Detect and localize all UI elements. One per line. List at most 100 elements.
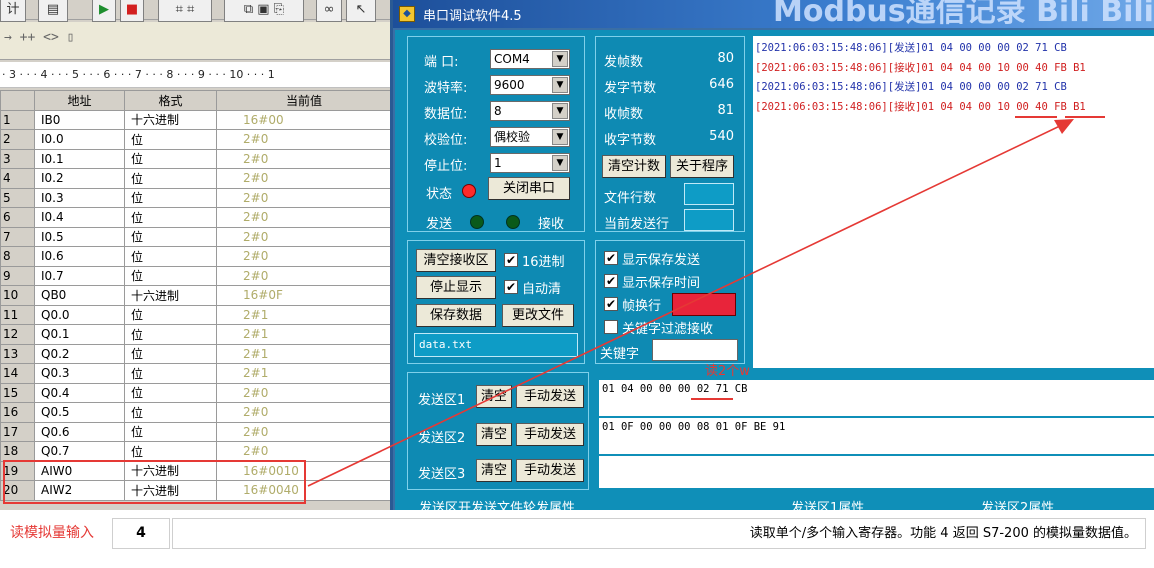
row-format[interactable]: 十六进制 [124,109,217,130]
show-send-checkbox[interactable]: ✔ [604,251,618,265]
send-area-2-clear-button[interactable]: 清空 [476,423,512,446]
send-area-2-manual-button[interactable]: 手动发送 [516,423,584,446]
row-address[interactable]: Q0.3 [34,363,125,384]
column-header-address[interactable]: 地址 [34,90,125,111]
row-format[interactable]: 位 [124,168,217,189]
hex-checkbox[interactable]: ✔ [504,253,518,267]
row-value[interactable]: 2#0 [216,226,392,247]
chevron-down-icon[interactable]: ▼ [552,103,568,119]
title-bar[interactable]: ◆ 串口调试软件4.5 Modbus通信记录 Bili Bili [393,0,1154,29]
show-time-checkbox[interactable]: ✔ [604,274,618,288]
row-value[interactable]: 16#00 [216,109,392,130]
row-value[interactable]: 2#0 [216,168,392,189]
table-row[interactable]: 18 Q0.7 位 2#0 [0,441,392,462]
send-area-1-clear-button[interactable]: 清空 [476,385,512,408]
row-value[interactable]: 2#0 [216,421,392,442]
row-value[interactable]: 2#0 [216,265,392,286]
port-select[interactable]: COM4 ▼ [490,49,570,69]
stop-icon[interactable]: ■ [120,0,144,22]
table-row[interactable]: 2 I0.0 位 2#0 [0,129,392,150]
row-address[interactable]: I0.1 [34,148,125,169]
clear-recv-button[interactable]: 清空接收区 [416,249,496,272]
table-row[interactable]: 7 I0.5 位 2#0 [0,226,392,247]
row-address[interactable]: I0.3 [34,187,125,208]
send-area-3-manual-button[interactable]: 手动发送 [516,459,584,482]
row-value[interactable]: 2#0 [216,187,392,208]
close-port-button[interactable]: 关闭串口 [488,177,570,200]
row-format[interactable]: 位 [124,207,217,228]
frame-newline-settings-button[interactable] [672,293,736,316]
table-row[interactable]: 17 Q0.6 位 2#0 [0,421,392,442]
row-address[interactable]: I0.6 [34,246,125,267]
row-address[interactable]: Q0.7 [34,441,125,462]
monitor-tools-icon[interactable]: ⧉ ▣ ⎘ [224,0,304,22]
row-value[interactable]: 2#1 [216,304,392,325]
parity-select[interactable]: 偶校验 ▼ [490,127,570,147]
databits-select[interactable]: 8 ▼ [490,101,570,121]
row-format[interactable]: 位 [124,363,217,384]
row-value[interactable]: 2#1 [216,324,392,345]
send-area-2-input[interactable]: 01 0F 00 00 00 08 01 0F BE 91 [599,418,1154,454]
row-format[interactable]: 位 [124,421,217,442]
chevron-down-icon[interactable]: ▼ [552,155,568,171]
row-format[interactable]: 位 [124,148,217,169]
row-address[interactable]: Q0.6 [34,421,125,442]
table-row[interactable]: 1 IB0 十六进制 16#00 [0,109,392,130]
auto-clear-checkbox[interactable]: ✔ [504,280,518,294]
row-address[interactable]: I0.7 [34,265,125,286]
chevron-down-icon[interactable]: ▼ [552,51,568,67]
send-area-3-clear-button[interactable]: 清空 [476,459,512,482]
row-address[interactable]: Q0.2 [34,343,125,364]
table-row[interactable]: 3 I0.1 位 2#0 [0,148,392,169]
table-row[interactable]: 8 I0.6 位 2#0 [0,246,392,267]
row-value[interactable]: 2#0 [216,246,392,267]
pointer-icon[interactable]: ↖ [346,0,376,22]
row-format[interactable]: 十六进制 [124,285,217,306]
table-row[interactable]: 14 Q0.3 位 2#1 [0,363,392,384]
table-row[interactable]: 11 Q0.0 位 2#1 [0,304,392,325]
row-format[interactable]: 位 [124,324,217,345]
row-format[interactable]: 位 [124,129,217,150]
row-value[interactable]: 2#0 [216,441,392,462]
table-row[interactable]: 9 I0.7 位 2#0 [0,265,392,286]
row-address[interactable]: I0.2 [34,168,125,189]
row-format[interactable]: 位 [124,382,217,403]
row-address[interactable]: I0.0 [34,129,125,150]
table-row[interactable]: 12 Q0.1 位 2#1 [0,324,392,345]
table-row[interactable]: 6 I0.4 位 2#0 [0,207,392,228]
run-icon[interactable]: ▶ [92,0,116,22]
send-area-1-manual-button[interactable]: 手动发送 [516,385,584,408]
row-address[interactable]: I0.5 [34,226,125,247]
stopbits-select[interactable]: 1 ▼ [490,153,570,173]
clear-count-button[interactable]: 清空计数 [602,155,666,178]
row-address[interactable]: QB0 [34,285,125,306]
chevron-down-icon[interactable]: ▼ [552,129,568,145]
baud-select[interactable]: 9600 ▼ [490,75,570,95]
table-row[interactable]: 13 Q0.2 位 2#1 [0,343,392,364]
row-address[interactable]: I0.4 [34,207,125,228]
row-value[interactable]: 2#1 [216,343,392,364]
row-value[interactable]: 2#0 [216,207,392,228]
table-row[interactable]: 15 Q0.4 位 2#0 [0,382,392,403]
receive-log[interactable]: [2021:06:03:15:48:06][发送]01 04 00 00 00 … [753,36,1154,368]
change-file-button[interactable]: 更改文件 [502,304,574,327]
row-value[interactable]: 16#0F [216,285,392,306]
column-header-format[interactable]: 格式 [124,90,217,111]
table-row[interactable]: 5 I0.3 位 2#0 [0,187,392,208]
toolbar-button-a[interactable]: 计 [0,0,26,22]
send-area-3-input[interactable] [599,456,1154,488]
row-format[interactable]: 位 [124,226,217,247]
table-row[interactable]: 4 I0.2 位 2#0 [0,168,392,189]
row-value[interactable]: 2#0 [216,129,392,150]
save-data-button[interactable]: 保存数据 [416,304,496,327]
send-area-1-input[interactable]: 01 04 00 00 00 02 71 CB [599,380,1154,416]
row-format[interactable]: 位 [124,304,217,325]
row-address[interactable]: Q0.5 [34,402,125,423]
keyword-input[interactable] [652,339,738,361]
chevron-down-icon[interactable]: ▼ [552,77,568,93]
row-address[interactable]: IB0 [34,109,125,130]
table-row[interactable]: 16 Q0.5 位 2#0 [0,402,392,423]
row-address[interactable]: Q0.0 [34,304,125,325]
row-value[interactable]: 2#0 [216,382,392,403]
row-format[interactable]: 位 [124,402,217,423]
